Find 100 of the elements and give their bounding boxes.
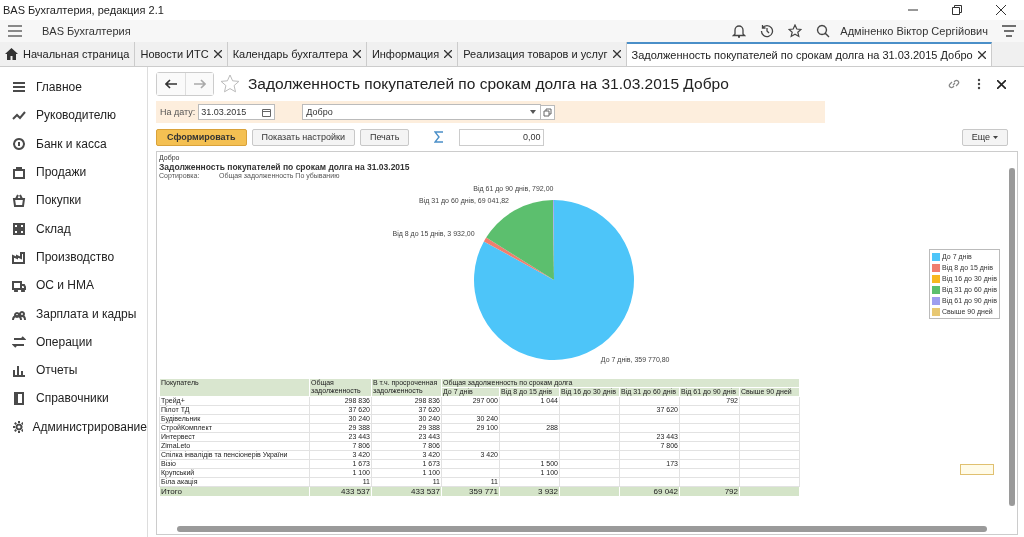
total-cell: 433 537	[371, 486, 442, 497]
form-title: Задолженность покупателей по срокам долга на 31.03.2015 Добро	[248, 75, 729, 93]
sidebar-item[interactable]: Главное	[0, 73, 147, 102]
action-button[interactable]: Сформировать	[156, 128, 247, 146]
calendar-icon[interactable]	[262, 107, 272, 117]
table-cell	[559, 450, 620, 460]
table-cell	[679, 450, 740, 460]
table-cell	[499, 450, 560, 460]
more-icon[interactable]	[977, 78, 981, 90]
table-cell	[441, 459, 500, 469]
table-cell	[739, 468, 800, 478]
table-cell	[499, 477, 560, 487]
arrow-right-icon	[193, 79, 206, 89]
sidebar-item[interactable]: Покупки	[0, 186, 147, 215]
sidebar-item[interactable]: ОС и НМА	[0, 271, 147, 300]
table-cell	[441, 441, 500, 451]
action-button[interactable]: Печать	[359, 128, 410, 146]
bar-chart-icon	[12, 363, 26, 378]
sidebar-item[interactable]: Администрирование	[0, 412, 147, 441]
table-cell	[739, 450, 800, 460]
close-icon[interactable]	[977, 51, 986, 59]
table-cell	[499, 441, 560, 451]
search-icon[interactable]	[816, 24, 831, 38]
total-cell: Итого	[159, 486, 310, 497]
table-cell	[679, 468, 740, 478]
user-name[interactable]: Адміненко Віктор Сергійович	[840, 25, 988, 37]
tab[interactable]: Новости ИТС	[135, 42, 228, 66]
table-cell	[559, 432, 620, 442]
total-cell	[739, 486, 800, 497]
table-cell	[619, 423, 680, 433]
tab[interactable]: Информация	[366, 42, 459, 66]
report-title: Задолженность покупателей по срокам долга на 31.03.2015	[159, 162, 411, 172]
table-cell	[619, 450, 680, 460]
settings-icon	[12, 419, 23, 434]
tab[interactable]: Задолженность покупателей по срокам долга на 31.03.2015 Добро	[626, 42, 992, 66]
date-field[interactable]: 31.03.2015	[198, 104, 276, 120]
menu-icon[interactable]	[8, 25, 22, 37]
table-cell	[679, 459, 740, 469]
grid-icon	[12, 221, 26, 236]
total-cell: 792	[679, 486, 740, 497]
table-cell	[559, 405, 620, 415]
dropdown-icon[interactable]	[530, 110, 537, 114]
open-icon[interactable]	[540, 104, 556, 120]
sidebar-item[interactable]: Склад	[0, 214, 147, 243]
window-title: BAS Бухгалтерия, редакция 2.1	[3, 4, 164, 16]
table-cell	[679, 477, 740, 487]
settings-menu-icon[interactable]	[1002, 25, 1016, 37]
coin-icon	[12, 136, 26, 151]
horizontal-scrollbar[interactable]	[177, 526, 987, 532]
sidebar-item[interactable]: Зарплата и кадры	[0, 299, 147, 328]
table-cell	[441, 432, 500, 442]
tab[interactable]: Начальная страница	[0, 42, 136, 66]
table-cell	[739, 405, 800, 415]
sidebar-item[interactable]: Продажи	[0, 157, 147, 187]
close-icon[interactable]	[996, 5, 1006, 15]
date-label: На дату:	[160, 107, 196, 117]
table-cell	[739, 414, 800, 424]
more-button[interactable]: Еще	[961, 128, 1008, 146]
bag-icon	[12, 165, 26, 180]
close-icon[interactable]	[444, 50, 453, 58]
factory-icon	[12, 249, 26, 264]
restore-icon[interactable]	[952, 5, 962, 15]
close-icon[interactable]	[213, 50, 222, 58]
star-icon[interactable]	[788, 24, 803, 38]
table-cell	[739, 459, 800, 469]
link-icon[interactable]	[947, 77, 961, 91]
sidebar-item[interactable]: Отчеты	[0, 355, 147, 385]
close-icon[interactable]	[352, 50, 361, 58]
basket-icon	[12, 193, 26, 208]
table-cell	[559, 396, 620, 406]
sidebar-item[interactable]: Операции	[0, 327, 147, 356]
bell-icon[interactable]	[732, 24, 747, 38]
action-button[interactable]: Показать настройки	[251, 128, 355, 146]
back-button[interactable]	[157, 73, 185, 95]
sidebar-item[interactable]: Банк и касса	[0, 129, 147, 158]
close-icon[interactable]	[612, 50, 621, 58]
table-cell	[499, 414, 560, 424]
sidebar-item[interactable]: Руководителю	[0, 101, 147, 130]
table-cell	[619, 414, 680, 424]
sidebar-item[interactable]: Производство	[0, 242, 147, 272]
table-cell	[619, 468, 680, 478]
table-cell	[619, 396, 680, 406]
app-title: BAS Бухгалтерия	[42, 25, 131, 37]
table-cell	[739, 477, 800, 487]
star-icon[interactable]	[220, 74, 240, 94]
table-cell	[739, 423, 800, 433]
sum-field[interactable]: 0,00	[459, 128, 545, 146]
tab[interactable]: Календарь бухгалтера	[227, 42, 367, 66]
sum-icon[interactable]	[434, 131, 445, 143]
close-icon[interactable]	[997, 79, 1006, 89]
table-cell	[499, 432, 560, 442]
total-cell	[559, 486, 620, 497]
sidebar-item[interactable]: Справочники	[0, 384, 147, 413]
history-icon[interactable]	[760, 24, 775, 38]
organization-field[interactable]: Добро	[302, 104, 542, 120]
vertical-scrollbar[interactable]	[1009, 168, 1015, 506]
list-icon	[12, 80, 26, 95]
total-cell: 3 932	[499, 486, 560, 497]
total-cell: 69 042	[619, 486, 680, 497]
tab[interactable]: Реализация товаров и услуг	[458, 42, 627, 66]
